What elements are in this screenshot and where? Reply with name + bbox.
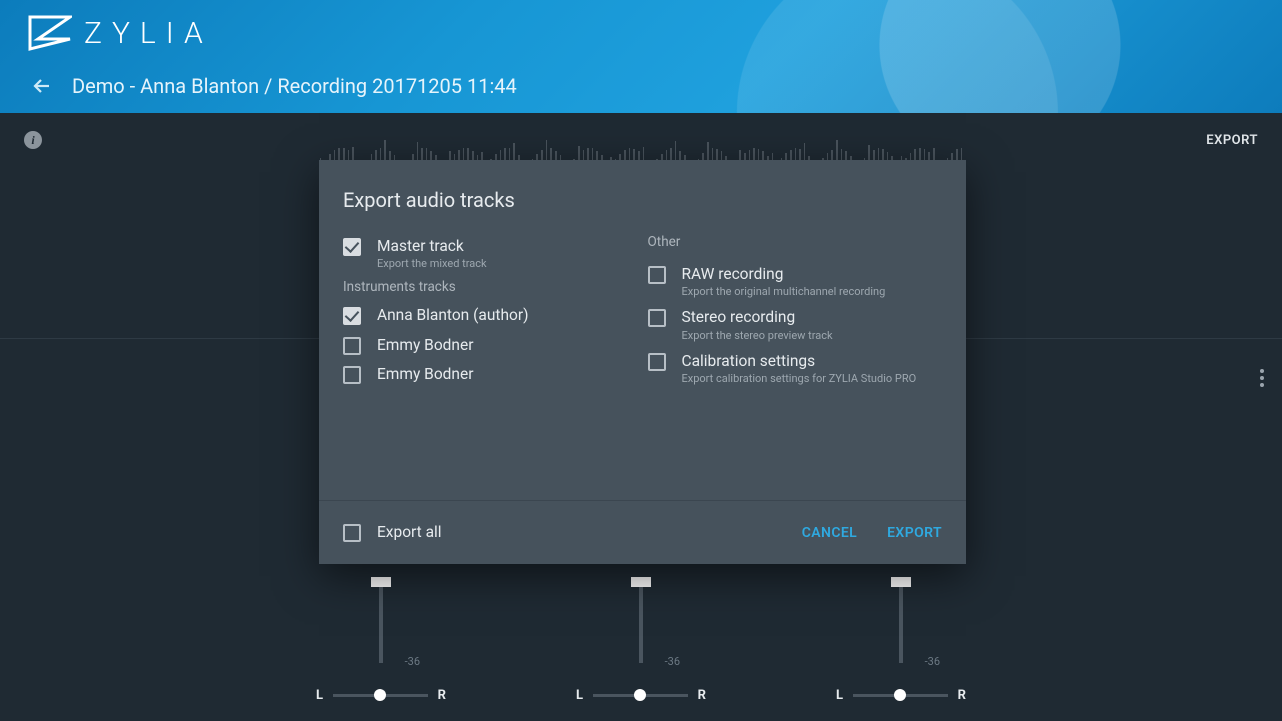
export-dialog: Export audio tracks Master track Export … xyxy=(319,160,966,564)
checkbox-sublabel: Export the original multichannel recordi… xyxy=(682,285,886,298)
checkbox-master-track[interactable]: Master track Export the mixed track xyxy=(343,232,638,275)
pan-slider[interactable] xyxy=(853,694,948,697)
db-label: -36 xyxy=(925,655,940,668)
brand-logo: ZYLIA xyxy=(28,15,213,51)
db-label: -36 xyxy=(405,655,420,668)
checkbox-label: Anna Blanton (author) xyxy=(377,306,528,325)
pan-slider[interactable] xyxy=(593,694,688,697)
checkbox-other[interactable]: Stereo recording Export the stereo previe… xyxy=(648,303,943,346)
brand-name: ZYLIA xyxy=(84,16,213,51)
mixer-channel: -36LR xyxy=(836,585,966,703)
fader[interactable] xyxy=(899,585,903,663)
db-label: -36 xyxy=(665,655,680,668)
checkbox-label: Emmy Bodner xyxy=(377,336,473,355)
checkbox-label: Calibration settings xyxy=(682,352,917,371)
pan-slider[interactable] xyxy=(333,694,428,697)
section-instruments: Instruments tracks xyxy=(343,275,638,301)
checkbox-label: Master track xyxy=(377,237,487,256)
checkbox-sublabel: Export the stereo preview track xyxy=(682,329,833,342)
checkbox-other[interactable]: RAW recordingExport the original multich… xyxy=(648,260,943,303)
more-menu-icon[interactable] xyxy=(1260,369,1264,387)
checkbox-instrument[interactable]: Anna Blanton (author) xyxy=(343,301,638,330)
checkbox-icon xyxy=(648,266,666,284)
checkbox-label: Stereo recording xyxy=(682,308,833,327)
pan-left-label: L xyxy=(316,688,323,703)
app-header: ZYLIA Demo - Anna Blanton / Recording 20… xyxy=(0,0,1282,113)
back-arrow-icon[interactable] xyxy=(30,74,54,98)
export-confirm-button[interactable]: EXPORT xyxy=(887,525,942,541)
mixer-channel: -36LR xyxy=(576,585,706,703)
fader[interactable] xyxy=(639,585,643,663)
checkbox-label: RAW recording xyxy=(682,265,886,284)
mixer-channel: -36LR xyxy=(316,585,446,703)
logo-icon xyxy=(28,15,72,51)
dialog-title: Export audio tracks xyxy=(319,160,966,230)
info-icon[interactable]: i xyxy=(24,131,42,149)
checkbox-icon xyxy=(343,366,361,384)
checkbox-icon xyxy=(343,337,361,355)
checkbox-export-all[interactable]: Export all xyxy=(343,523,442,542)
checkbox-instrument[interactable]: Emmy Bodner xyxy=(343,360,638,389)
checkbox-label: Emmy Bodner xyxy=(377,365,473,384)
cancel-button[interactable]: CANCEL xyxy=(802,525,857,541)
pan-left-label: L xyxy=(576,688,583,703)
pan-right-label: R xyxy=(698,688,706,703)
checkbox-icon xyxy=(648,309,666,327)
checkbox-other[interactable]: Calibration settingsExport calibration s… xyxy=(648,347,943,390)
pan-right-label: R xyxy=(438,688,446,703)
section-other: Other xyxy=(648,232,943,260)
checkbox-icon xyxy=(343,524,361,542)
checkbox-icon xyxy=(343,238,361,256)
checkbox-instrument[interactable]: Emmy Bodner xyxy=(343,331,638,360)
checkbox-sublabel: Export the mixed track xyxy=(377,257,487,270)
pan-control[interactable]: LR xyxy=(576,688,706,703)
checkbox-sublabel: Export calibration settings for ZYLIA St… xyxy=(682,372,917,385)
pan-left-label: L xyxy=(836,688,843,703)
pan-control[interactable]: LR xyxy=(316,688,446,703)
pan-control[interactable]: LR xyxy=(836,688,966,703)
fader[interactable] xyxy=(379,585,383,663)
checkbox-icon xyxy=(343,307,361,325)
breadcrumb: Demo - Anna Blanton / Recording 20171205… xyxy=(72,74,517,98)
pan-right-label: R xyxy=(958,688,966,703)
checkbox-icon xyxy=(648,353,666,371)
export-button[interactable]: EXPORT xyxy=(1206,133,1258,148)
checkbox-label: Export all xyxy=(377,523,442,542)
